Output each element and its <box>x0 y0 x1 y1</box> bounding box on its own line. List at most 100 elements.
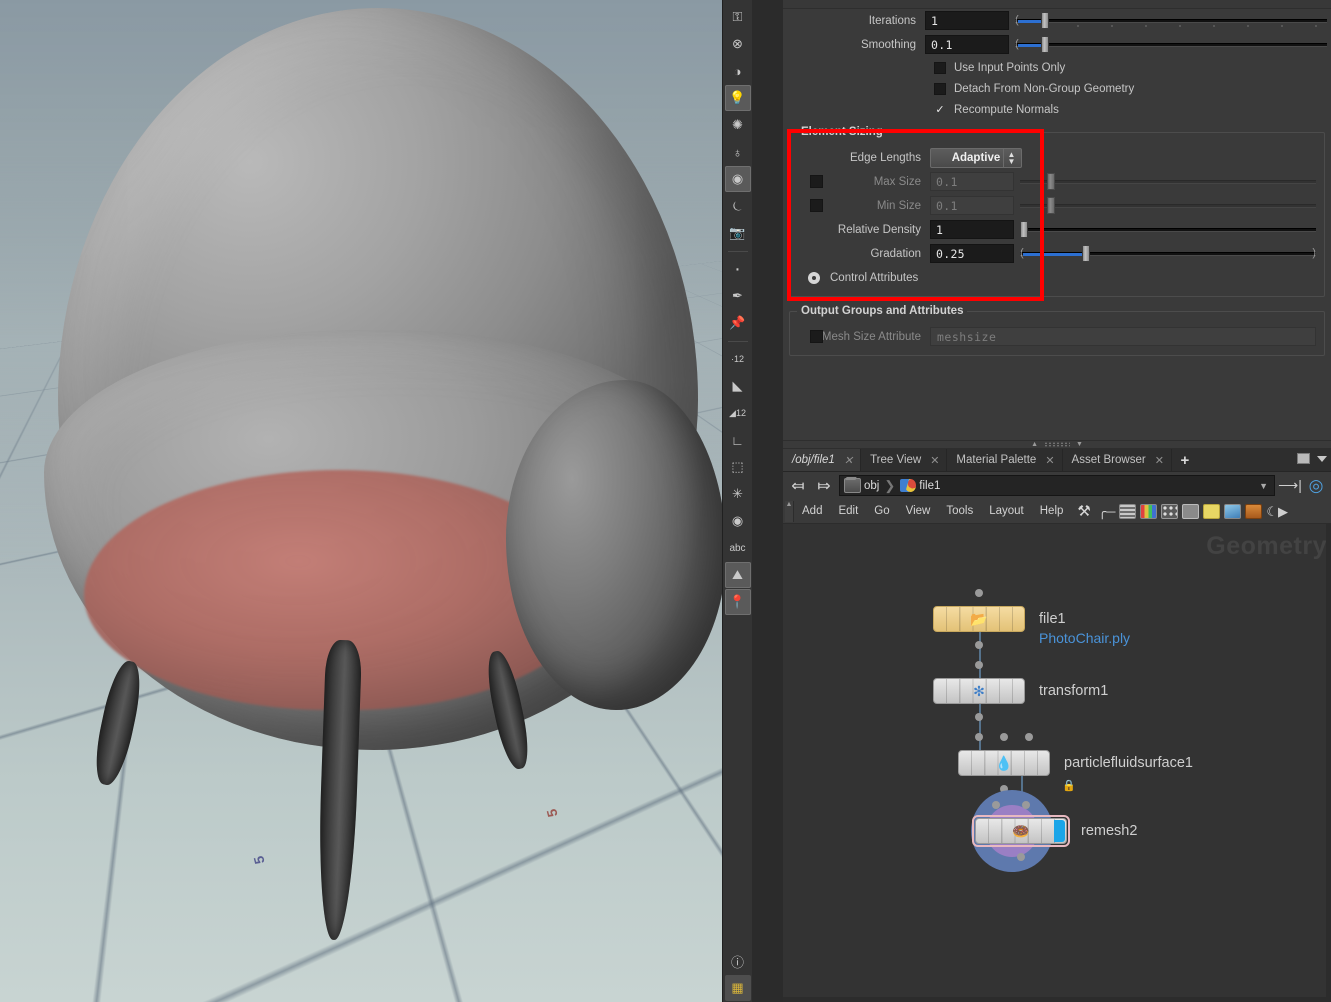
node-body[interactable]: ✻ <box>933 678 1025 704</box>
panel-splitter[interactable]: ▲ ▼ <box>783 440 1331 449</box>
no-light-icon[interactable]: ⊗ <box>725 31 751 57</box>
slider-handle[interactable] <box>1047 197 1055 214</box>
close-icon[interactable]: ✕ <box>1155 454 1164 467</box>
splitter-grip-icon[interactable] <box>1044 442 1070 447</box>
splitter-down-arrow-icon[interactable]: ▼ <box>1076 441 1083 448</box>
node-input-port[interactable] <box>1017 853 1025 861</box>
node-particlefluidsurface1[interactable]: 💧 particlefluidsurface1 🔒 <box>958 733 1193 793</box>
menu-add[interactable]: Add <box>794 499 830 524</box>
bookmark-icon[interactable]: 📍 <box>724 589 751 615</box>
list-view-icon[interactable] <box>1119 503 1137 519</box>
slider-handle[interactable] <box>1047 173 1055 190</box>
checkbox[interactable] <box>934 83 946 95</box>
param-toggle-detach-from-non-group-geometry[interactable]: Detach From Non-Group Geometry <box>783 79 1331 99</box>
headlight-icon[interactable]: ◑ <box>725 58 751 84</box>
node-file1[interactable]: 📂 file1 PhotoChair.ply <box>933 589 1130 649</box>
param-slider-iterations[interactable]: ( <box>1015 11 1327 30</box>
dependency-icon[interactable] <box>1182 503 1200 519</box>
close-icon[interactable]: ✕ <box>930 454 939 467</box>
pane-controls[interactable] <box>1297 453 1327 464</box>
lock-icon[interactable]: ⚿ <box>725 4 751 30</box>
node-input-port[interactable] <box>975 641 983 649</box>
image-plane-icon[interactable]: ⛰ <box>724 562 751 588</box>
param-row-gradation[interactable]: Gradation 0.25 ( ) <box>794 243 1320 264</box>
splitter-up-arrow-icon[interactable]: ▲ <box>1031 441 1038 448</box>
param-dropdown-edge-lengths[interactable]: Adaptive ▲ ▼ <box>930 147 1022 168</box>
param-slider-max-size[interactable] <box>1020 172 1316 191</box>
param-input-relative-density[interactable]: 1 <box>930 220 1014 239</box>
back-arrow-icon[interactable]: ⤆ <box>787 475 809 497</box>
moon-phase-icon[interactable]: ☾▶ <box>1266 504 1288 519</box>
param-input-mesh-size-attribute[interactable]: meshsize <box>930 327 1316 346</box>
network-editor[interactable]: /obj/file1 ✕ Tree View ✕ Material Palett… <box>783 449 1331 1002</box>
brush-icon[interactable]: ✒ <box>725 283 751 309</box>
grid-layout-icon[interactable] <box>1161 503 1179 519</box>
add-image-icon[interactable] <box>1224 503 1242 519</box>
param-slider-smoothing[interactable]: ( <box>1015 35 1327 54</box>
viewport-3d[interactable]: 5 5 ⚿ ⊗ ◑ 💡 ✺ ♁ ◉ ⏾ 📷 · ✒ 📌 ·12 ◣ ◢12 ∟ … <box>0 0 752 1002</box>
slider-handle[interactable] <box>1082 245 1090 262</box>
maximize-pane-icon[interactable] <box>1297 453 1310 464</box>
bounding-box-icon[interactable]: ⬚ <box>725 454 751 480</box>
param-enable-checkbox-mesh-size-attribute[interactable] <box>810 330 823 343</box>
param-slider-relative-density[interactable] <box>1020 220 1316 239</box>
point-display-icon[interactable]: · <box>725 256 751 282</box>
pane-tab-bar[interactable]: /obj/file1 ✕ Tree View ✕ Material Palett… <box>783 449 1331 472</box>
param-input-gradation[interactable]: 0.25 <box>930 244 1014 263</box>
tab-material-palette[interactable]: Material Palette ✕ <box>947 449 1063 471</box>
breadcrumb[interactable]: obj ❯ file1 ▼ <box>839 475 1275 496</box>
node-transform1[interactable]: ✻ transform1 <box>933 661 1108 721</box>
node-display-flag[interactable] <box>1054 820 1065 842</box>
param-input-smoothing[interactable]: 0.1 <box>925 35 1009 54</box>
expand-toggle-icon[interactable] <box>808 272 820 284</box>
node-output-port-2[interactable] <box>1025 733 1033 741</box>
param-row-edge-lengths[interactable]: Edge Lengths Adaptive ▲ ▼ <box>794 147 1320 168</box>
param-row-min-size[interactable]: Min Size 0.1 <box>794 195 1320 216</box>
network-path-bar[interactable]: ⤆ ⤇ obj ❯ file1 ▼ ⟶| ◎ <box>783 472 1331 499</box>
menubar-drag-handle[interactable]: ▲ <box>785 500 794 522</box>
hierarchy-icon[interactable]: ╭─ <box>1098 504 1115 519</box>
network-menu-bar[interactable]: ▲ Add Edit Go View Tools Layout Help ⚒ ╭… <box>783 499 1331 524</box>
abc-icon[interactable]: abc <box>725 535 751 561</box>
network-toolbar-icons[interactable]: ⚒ ╭─ ☾▶ <box>1077 503 1288 519</box>
node-body[interactable]: 🍩 <box>975 818 1067 844</box>
node-graph-canvas[interactable]: Geometry 📂 file1 PhotoChair.ply ✻ transf… <box>783 524 1331 1002</box>
network-vertical-scrollbar[interactable] <box>1326 524 1331 1002</box>
primitive-numbers-icon[interactable]: ◢12 <box>725 400 751 426</box>
tab-tree-view[interactable]: Tree View ✕ <box>861 449 948 471</box>
scene-lights-icon[interactable]: 💡 <box>724 85 751 111</box>
node-body[interactable]: 📂 <box>933 606 1025 632</box>
menu-tools[interactable]: Tools <box>938 499 981 524</box>
node-output-port-1[interactable] <box>1022 801 1030 809</box>
viewport-toolbar[interactable]: ⚿ ⊗ ◑ 💡 ✺ ♁ ◉ ⏾ 📷 · ✒ 📌 ·12 ◣ ◢12 ∟ ⬚ ✳ … <box>722 0 752 1002</box>
menu-go[interactable]: Go <box>866 499 897 524</box>
tools-wrench-icon[interactable]: ⚒ <box>1077 504 1094 519</box>
camera-icon[interactable]: 📷 <box>725 220 751 246</box>
normals-icon[interactable]: ✳ <box>725 481 751 507</box>
node-body[interactable]: 💧 <box>958 750 1050 776</box>
param-toggle-use-input-points-only[interactable]: Use Input Points Only <box>783 58 1331 78</box>
node-output-port[interactable] <box>975 589 983 597</box>
point-light-icon[interactable]: ✺ <box>725 112 751 138</box>
menu-view[interactable]: View <box>898 499 939 524</box>
chevron-down-icon[interactable]: ▼ <box>1259 481 1268 491</box>
param-input-min-size[interactable]: 0.1 <box>930 196 1014 215</box>
pin-icon[interactable]: 📌 <box>725 310 751 336</box>
close-icon[interactable]: ✕ <box>844 454 853 467</box>
param-row-relative-density[interactable]: Relative Density 1 <box>794 219 1320 240</box>
close-icon[interactable]: ✕ <box>1045 454 1054 467</box>
menu-edit[interactable]: Edit <box>830 499 866 524</box>
param-row-mesh-size-attribute[interactable]: Mesh Size Attribute meshsize <box>794 326 1320 347</box>
breadcrumb-item-obj[interactable]: obj <box>864 480 879 492</box>
node-output-port-0[interactable] <box>992 801 1000 809</box>
tab-obj-file1[interactable]: /obj/file1 ✕ <box>783 449 862 471</box>
param-slider-min-size[interactable] <box>1020 196 1316 215</box>
param-input-iterations[interactable]: 1 <box>925 11 1009 30</box>
slider-handle[interactable] <box>1041 36 1049 53</box>
param-row-iterations[interactable]: Iterations 1 ( <box>783 10 1331 31</box>
node-output-port-1[interactable] <box>1000 733 1008 741</box>
param-enable-checkbox-min-size[interactable] <box>810 199 823 212</box>
slider-handle[interactable] <box>1041 12 1049 29</box>
asset-box-icon[interactable] <box>1245 503 1263 519</box>
shaded-mode-icon[interactable]: ◉ <box>724 166 751 192</box>
